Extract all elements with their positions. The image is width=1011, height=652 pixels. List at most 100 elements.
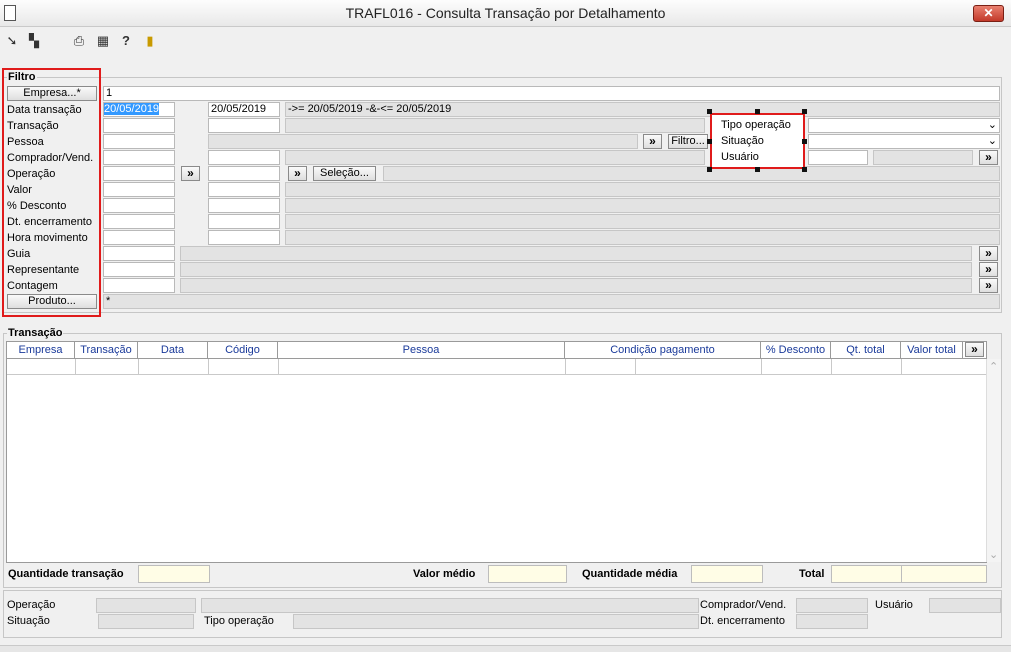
operacao-to-input[interactable] [208, 166, 280, 181]
resize-handle[interactable] [802, 139, 807, 144]
col-qt-total[interactable]: Qt. total [831, 342, 901, 358]
col-transacao[interactable]: Transação [75, 342, 138, 358]
chevron-down-icon: ⌄ [987, 119, 997, 131]
col-pessoa[interactable]: Pessoa [278, 342, 565, 358]
hora-summary [285, 230, 1000, 245]
footer-operacao-label: Operação [7, 599, 56, 611]
layers-icon[interactable]: ▚ [25, 32, 43, 50]
filtro-button[interactable]: Filtro... [668, 134, 708, 149]
pessoa-summary [208, 134, 638, 149]
transacao-from-input[interactable] [103, 118, 175, 133]
valor-medio-label: Valor médio [413, 568, 476, 580]
print-icon[interactable]: ⎙ [70, 32, 88, 50]
representante-expand-button[interactable]: » [979, 262, 998, 277]
valor-from-input[interactable] [103, 182, 175, 197]
cell-divider [565, 359, 566, 375]
quantidade-media-value [691, 565, 763, 583]
resize-handle[interactable] [707, 139, 712, 144]
pessoa-input[interactable] [103, 134, 175, 149]
popup-item-tipo-operacao[interactable]: Tipo operação [721, 117, 791, 133]
resize-handle[interactable] [707, 109, 712, 114]
exit-icon[interactable]: ▮ [141, 32, 159, 50]
data-from-input[interactable]: 20/05/2019 [103, 102, 175, 117]
col-condicao-pagamento[interactable]: Condição pagamento [565, 342, 761, 358]
contagem-expand-button[interactable]: » [979, 278, 998, 293]
usuario-expand-button[interactable]: » [979, 150, 998, 165]
desconto-from-input[interactable] [103, 198, 175, 213]
columns-expand-button[interactable]: » [965, 342, 984, 357]
cell-divider [761, 359, 762, 375]
operacao-input[interactable] [103, 166, 175, 181]
quantidade-media-label: Quantidade média [582, 568, 678, 580]
col-desconto[interactable]: % Desconto [761, 342, 831, 358]
quantidade-transacao-value [138, 565, 210, 583]
total-valor-value [901, 565, 987, 583]
contagem-input[interactable] [103, 278, 175, 293]
scroll-up-icon[interactable]: ⌃ [989, 361, 998, 374]
footer-operacao-desc [201, 598, 699, 613]
cell-divider [635, 359, 636, 375]
footer-tipo-operacao-label: Tipo operação [204, 615, 274, 627]
data-summary: ->= 20/05/2019 -&-<= 20/05/2019 [285, 102, 1000, 117]
table-row[interactable] [7, 359, 986, 375]
cell-divider [901, 359, 902, 375]
help-icon[interactable]: ? [117, 32, 135, 50]
comprador-to-input[interactable] [208, 150, 280, 165]
footer-comprador-label: Comprador/Vend. [700, 599, 787, 611]
tipo-operacao-combo[interactable]: ⌄ [808, 118, 1000, 133]
valor-summary [285, 182, 1000, 197]
window-title: TRAFL016 - Consulta Transação por Detalh… [345, 5, 666, 21]
close-button[interactable]: ✕ [973, 5, 1004, 22]
col-codigo[interactable]: Código [208, 342, 278, 358]
transacao-title: Transação [7, 325, 64, 341]
grid-icon[interactable]: ▦ [94, 32, 112, 50]
comprador-input[interactable] [103, 150, 175, 165]
resize-handle[interactable] [707, 167, 712, 172]
footer-operacao-code [96, 598, 196, 613]
operacao-expand-button[interactable]: » [181, 166, 200, 181]
selecao-button[interactable]: Seleção... [313, 166, 376, 181]
guia-input[interactable] [103, 246, 175, 261]
cell-divider [75, 359, 76, 375]
resize-handle[interactable] [802, 109, 807, 114]
situacao-combo[interactable]: ⌄ [808, 134, 1000, 149]
cell-divider [208, 359, 209, 375]
footer-comprador-value [796, 598, 868, 613]
selecao-expand-button[interactable]: » [288, 166, 307, 181]
resize-handle[interactable] [755, 109, 760, 114]
hora-from-input[interactable] [103, 230, 175, 245]
resize-handle[interactable] [755, 167, 760, 172]
popup-item-situacao[interactable]: Situação [721, 133, 764, 149]
popup-item-usuario[interactable]: Usuário [721, 149, 759, 165]
desconto-to-input[interactable] [208, 198, 280, 213]
dt-encerramento-from-input[interactable] [103, 214, 175, 229]
contagem-summary [180, 278, 972, 293]
guia-summary [180, 246, 972, 261]
guia-expand-button[interactable]: » [979, 246, 998, 261]
dt-encerramento-to-input[interactable] [208, 214, 280, 229]
col-valor-total[interactable]: Valor total [901, 342, 963, 358]
footer-situacao-label: Situação [7, 615, 50, 627]
empresa-input[interactable]: 1 [103, 86, 1000, 101]
representante-summary [180, 262, 972, 277]
footer-dt-encerramento-label: Dt. encerramento [700, 615, 785, 627]
pessoa-expand-button[interactable]: » [643, 134, 662, 149]
col-data[interactable]: Data [138, 342, 208, 358]
footer-dt-encerramento-value [796, 614, 868, 629]
representante-input[interactable] [103, 262, 175, 277]
arrow-icon[interactable]: ➘ [3, 32, 21, 50]
scroll-down-icon[interactable]: ⌄ [989, 549, 998, 562]
data-to-input[interactable]: 20/05/2019 [208, 102, 280, 117]
resize-handle[interactable] [802, 167, 807, 172]
vertical-scrollbar[interactable]: ⌃ ⌄ [986, 359, 1001, 562]
dt-encerramento-summary [285, 214, 1000, 229]
usuario-summary [873, 150, 973, 165]
hora-to-input[interactable] [208, 230, 280, 245]
total-label: Total [799, 568, 825, 580]
valor-to-input[interactable] [208, 182, 280, 197]
transacao-to-input[interactable] [208, 118, 280, 133]
col-empresa[interactable]: Empresa [7, 342, 75, 358]
label-highlight-box [2, 68, 101, 317]
footer-usuario-value [929, 598, 1001, 613]
usuario-input[interactable] [808, 150, 868, 165]
